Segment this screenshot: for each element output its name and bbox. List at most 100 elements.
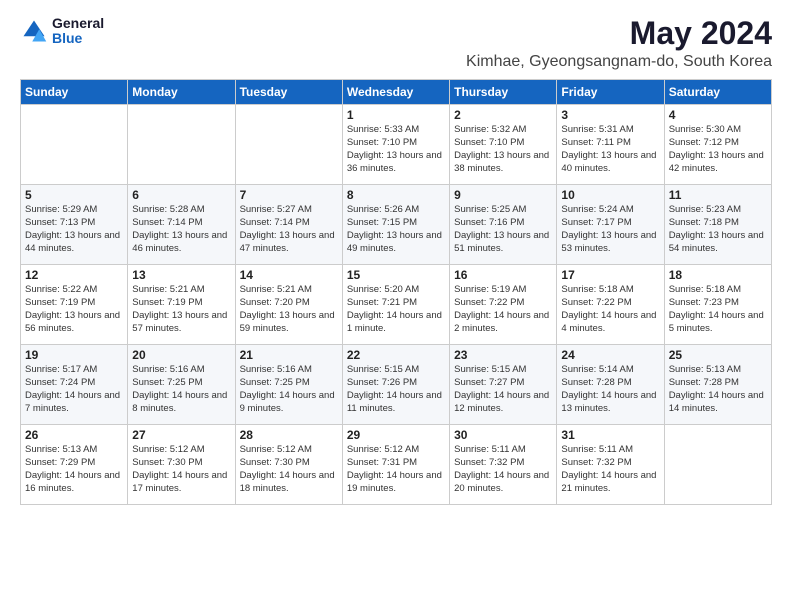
day-number-w1-d5: 10	[561, 188, 659, 202]
cell-w2-d0: 12 Sunrise: 5:22 AM Sunset: 7:19 PM Dayli…	[21, 265, 128, 345]
cell-w4-d3: 29 Sunrise: 5:12 AM Sunset: 7:31 PM Dayli…	[342, 425, 449, 505]
day-number-w2-d0: 12	[25, 268, 123, 282]
week-row-2: 12 Sunrise: 5:22 AM Sunset: 7:19 PM Dayli…	[21, 265, 772, 345]
day-info-w3-d5: Sunrise: 5:14 AM Sunset: 7:28 PM Dayligh…	[561, 364, 659, 415]
day-number-w2-d3: 15	[347, 268, 445, 282]
cell-w3-d2: 21 Sunrise: 5:16 AM Sunset: 7:25 PM Dayli…	[235, 345, 342, 425]
cell-w1-d5: 10 Sunrise: 5:24 AM Sunset: 7:17 PM Dayli…	[557, 185, 664, 265]
cell-w3-d6: 25 Sunrise: 5:13 AM Sunset: 7:28 PM Dayli…	[664, 345, 771, 425]
day-number-w4-d2: 28	[240, 428, 338, 442]
day-info-w1-d6: Sunrise: 5:23 AM Sunset: 7:18 PM Dayligh…	[669, 204, 767, 255]
day-number-w2-d6: 18	[669, 268, 767, 282]
cell-w0-d0	[21, 105, 128, 185]
header: General Blue May 2024 Kimhae, Gyeongsang…	[20, 16, 772, 71]
day-info-w0-d4: Sunrise: 5:32 AM Sunset: 7:10 PM Dayligh…	[454, 124, 552, 175]
day-info-w1-d1: Sunrise: 5:28 AM Sunset: 7:14 PM Dayligh…	[132, 204, 230, 255]
col-tuesday: Tuesday	[235, 80, 342, 105]
day-number-w3-d1: 20	[132, 348, 230, 362]
day-info-w3-d0: Sunrise: 5:17 AM Sunset: 7:24 PM Dayligh…	[25, 364, 123, 415]
day-number-w3-d4: 23	[454, 348, 552, 362]
page: General Blue May 2024 Kimhae, Gyeongsang…	[0, 0, 792, 612]
day-info-w4-d5: Sunrise: 5:11 AM Sunset: 7:32 PM Dayligh…	[561, 444, 659, 495]
day-number-w4-d3: 29	[347, 428, 445, 442]
day-info-w3-d1: Sunrise: 5:16 AM Sunset: 7:25 PM Dayligh…	[132, 364, 230, 415]
logo: General Blue	[20, 16, 104, 47]
col-wednesday: Wednesday	[342, 80, 449, 105]
day-number-w1-d3: 8	[347, 188, 445, 202]
day-number-w0-d4: 2	[454, 108, 552, 122]
day-number-w0-d5: 3	[561, 108, 659, 122]
header-row: Sunday Monday Tuesday Wednesday Thursday…	[21, 80, 772, 105]
calendar-table: Sunday Monday Tuesday Wednesday Thursday…	[20, 79, 772, 505]
col-saturday: Saturday	[664, 80, 771, 105]
day-info-w2-d5: Sunrise: 5:18 AM Sunset: 7:22 PM Dayligh…	[561, 284, 659, 335]
day-info-w4-d2: Sunrise: 5:12 AM Sunset: 7:30 PM Dayligh…	[240, 444, 338, 495]
day-info-w4-d3: Sunrise: 5:12 AM Sunset: 7:31 PM Dayligh…	[347, 444, 445, 495]
col-monday: Monday	[128, 80, 235, 105]
title-block: May 2024 Kimhae, Gyeongsangnam-do, South…	[466, 16, 772, 71]
calendar-header: Sunday Monday Tuesday Wednesday Thursday…	[21, 80, 772, 105]
day-number-w4-d4: 30	[454, 428, 552, 442]
day-info-w2-d3: Sunrise: 5:20 AM Sunset: 7:21 PM Dayligh…	[347, 284, 445, 335]
day-info-w0-d3: Sunrise: 5:33 AM Sunset: 7:10 PM Dayligh…	[347, 124, 445, 175]
day-number-w0-d6: 4	[669, 108, 767, 122]
cell-w1-d0: 5 Sunrise: 5:29 AM Sunset: 7:13 PM Daylig…	[21, 185, 128, 265]
col-thursday: Thursday	[450, 80, 557, 105]
cell-w0-d6: 4 Sunrise: 5:30 AM Sunset: 7:12 PM Daylig…	[664, 105, 771, 185]
week-row-1: 5 Sunrise: 5:29 AM Sunset: 7:13 PM Daylig…	[21, 185, 772, 265]
cell-w4-d4: 30Sunrise: 5:11 AM Sunset: 7:32 PM Dayli…	[450, 425, 557, 505]
cell-w0-d5: 3 Sunrise: 5:31 AM Sunset: 7:11 PM Daylig…	[557, 105, 664, 185]
day-number-w1-d6: 11	[669, 188, 767, 202]
day-number-w3-d2: 21	[240, 348, 338, 362]
main-title: May 2024	[466, 16, 772, 51]
cell-w0-d3: 1 Sunrise: 5:33 AM Sunset: 7:10 PM Daylig…	[342, 105, 449, 185]
week-row-0: 1 Sunrise: 5:33 AM Sunset: 7:10 PM Daylig…	[21, 105, 772, 185]
day-info-w3-d2: Sunrise: 5:16 AM Sunset: 7:25 PM Dayligh…	[240, 364, 338, 415]
day-number-w3-d5: 24	[561, 348, 659, 362]
day-info-w0-d5: Sunrise: 5:31 AM Sunset: 7:11 PM Dayligh…	[561, 124, 659, 175]
day-info-w2-d2: Sunrise: 5:21 AM Sunset: 7:20 PM Dayligh…	[240, 284, 338, 335]
day-number-w2-d5: 17	[561, 268, 659, 282]
cell-w4-d5: 31Sunrise: 5:11 AM Sunset: 7:32 PM Dayli…	[557, 425, 664, 505]
day-number-w1-d2: 7	[240, 188, 338, 202]
cell-w3-d4: 23Sunrise: 5:15 AM Sunset: 7:27 PM Dayli…	[450, 345, 557, 425]
day-info-w2-d0: Sunrise: 5:22 AM Sunset: 7:19 PM Dayligh…	[25, 284, 123, 335]
cell-w1-d6: 11 Sunrise: 5:23 AM Sunset: 7:18 PM Dayli…	[664, 185, 771, 265]
day-number-w3-d6: 25	[669, 348, 767, 362]
cell-w4-d6	[664, 425, 771, 505]
day-info-w1-d5: Sunrise: 5:24 AM Sunset: 7:17 PM Dayligh…	[561, 204, 659, 255]
cell-w0-d1	[128, 105, 235, 185]
cell-w3-d1: 20 Sunrise: 5:16 AM Sunset: 7:25 PM Dayli…	[128, 345, 235, 425]
day-info-w2-d6: Sunrise: 5:18 AM Sunset: 7:23 PM Dayligh…	[669, 284, 767, 335]
col-sunday: Sunday	[21, 80, 128, 105]
day-number-w4-d1: 27	[132, 428, 230, 442]
day-number-w2-d2: 14	[240, 268, 338, 282]
cell-w1-d4: 9 Sunrise: 5:25 AM Sunset: 7:16 PM Daylig…	[450, 185, 557, 265]
day-number-w0-d3: 1	[347, 108, 445, 122]
day-info-w2-d1: Sunrise: 5:21 AM Sunset: 7:19 PM Dayligh…	[132, 284, 230, 335]
cell-w1-d3: 8Sunrise: 5:26 AM Sunset: 7:15 PM Daylig…	[342, 185, 449, 265]
logo-blue: Blue	[52, 31, 104, 46]
cell-w4-d2: 28 Sunrise: 5:12 AM Sunset: 7:30 PM Dayli…	[235, 425, 342, 505]
cell-w0-d4: 2 Sunrise: 5:32 AM Sunset: 7:10 PM Daylig…	[450, 105, 557, 185]
logo-icon	[20, 17, 48, 45]
day-number-w4-d0: 26	[25, 428, 123, 442]
day-info-w3-d6: Sunrise: 5:13 AM Sunset: 7:28 PM Dayligh…	[669, 364, 767, 415]
day-info-w1-d4: Sunrise: 5:25 AM Sunset: 7:16 PM Dayligh…	[454, 204, 552, 255]
cell-w4-d0: 26 Sunrise: 5:13 AM Sunset: 7:29 PM Dayli…	[21, 425, 128, 505]
cell-w2-d1: 13Sunrise: 5:21 AM Sunset: 7:19 PM Dayli…	[128, 265, 235, 345]
day-info-w2-d4: Sunrise: 5:19 AM Sunset: 7:22 PM Dayligh…	[454, 284, 552, 335]
cell-w3-d3: 22Sunrise: 5:15 AM Sunset: 7:26 PM Dayli…	[342, 345, 449, 425]
cell-w0-d2	[235, 105, 342, 185]
day-info-w0-d6: Sunrise: 5:30 AM Sunset: 7:12 PM Dayligh…	[669, 124, 767, 175]
day-number-w1-d4: 9	[454, 188, 552, 202]
day-number-w1-d0: 5	[25, 188, 123, 202]
week-row-3: 19Sunrise: 5:17 AM Sunset: 7:24 PM Dayli…	[21, 345, 772, 425]
cell-w1-d1: 6Sunrise: 5:28 AM Sunset: 7:14 PM Daylig…	[128, 185, 235, 265]
day-info-w4-d0: Sunrise: 5:13 AM Sunset: 7:29 PM Dayligh…	[25, 444, 123, 495]
logo-general: General	[52, 16, 104, 31]
col-friday: Friday	[557, 80, 664, 105]
logo-text: General Blue	[52, 16, 104, 47]
subtitle: Kimhae, Gyeongsangnam-do, South Korea	[466, 53, 772, 71]
day-info-w1-d0: Sunrise: 5:29 AM Sunset: 7:13 PM Dayligh…	[25, 204, 123, 255]
